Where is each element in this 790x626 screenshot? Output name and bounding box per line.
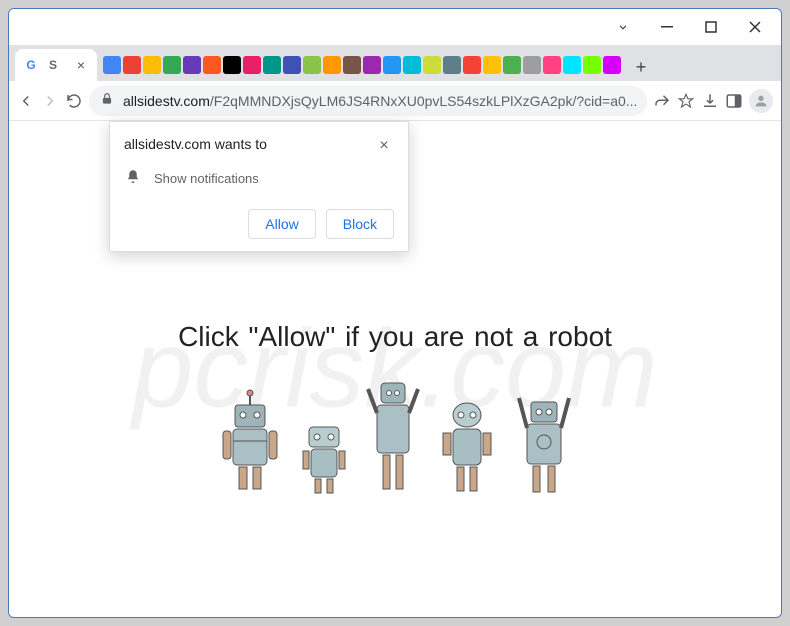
background-tab[interactable] <box>203 56 221 74</box>
window-titlebar <box>9 9 781 45</box>
background-tab[interactable] <box>163 56 181 74</box>
background-tab[interactable] <box>103 56 121 74</box>
background-tab[interactable] <box>303 56 321 74</box>
menu-icon[interactable] <box>779 86 782 116</box>
avatar-icon[interactable] <box>749 86 773 116</box>
page-heading: Click "Allow" if you are not a robot <box>178 321 612 353</box>
permission-line: Show notifications <box>154 171 259 186</box>
background-tab[interactable] <box>523 56 541 74</box>
permission-close-icon[interactable]: × <box>374 136 394 156</box>
background-tab[interactable] <box>543 56 561 74</box>
background-tab[interactable] <box>603 56 621 74</box>
background-tab[interactable] <box>563 56 581 74</box>
robot-icon <box>511 392 576 497</box>
robot-icon <box>299 417 349 497</box>
background-tab[interactable] <box>363 56 381 74</box>
bell-icon <box>124 168 142 189</box>
address-row: allsidestv.com/F2qMMNDXjsQyLM6JS4RNxXU0p… <box>9 81 781 121</box>
background-tab[interactable] <box>443 56 461 74</box>
background-tab[interactable] <box>223 56 241 74</box>
favicon-icon: G <box>23 57 39 73</box>
background-tab[interactable] <box>583 56 601 74</box>
robot-icon <box>437 397 497 497</box>
url-domain: allsidestv.com <box>123 93 210 109</box>
background-tab[interactable] <box>383 56 401 74</box>
robots-illustration <box>215 377 576 497</box>
close-icon[interactable] <box>733 12 777 42</box>
background-tab[interactable] <box>343 56 361 74</box>
background-tab[interactable] <box>463 56 481 74</box>
notification-permission-dialog: allsidestv.com wants to × Show notificat… <box>109 121 409 252</box>
background-tab[interactable] <box>183 56 201 74</box>
robot-icon <box>363 377 423 497</box>
page-content: pcrisk.com Click "Allow" if you are not … <box>9 121 781 617</box>
lock-icon <box>99 92 115 109</box>
background-tab[interactable] <box>423 56 441 74</box>
browser-window: G S × + <box>8 8 782 618</box>
bookmark-star-icon[interactable] <box>677 86 695 116</box>
back-button[interactable] <box>17 87 35 115</box>
background-tabs <box>103 49 621 81</box>
background-tab[interactable] <box>143 56 161 74</box>
background-tab[interactable] <box>483 56 501 74</box>
tab-close-icon[interactable]: × <box>73 57 89 73</box>
chevron-down-icon[interactable] <box>601 12 645 42</box>
robot-icon <box>215 387 285 497</box>
background-tab[interactable] <box>323 56 341 74</box>
background-tab[interactable] <box>283 56 301 74</box>
favicon2-icon: S <box>45 57 61 73</box>
new-tab-button[interactable]: + <box>627 53 655 81</box>
active-tab[interactable]: G S × <box>15 49 97 81</box>
side-panel-icon[interactable] <box>725 86 743 116</box>
background-tab[interactable] <box>243 56 261 74</box>
download-icon[interactable] <box>701 86 719 116</box>
background-tab[interactable] <box>503 56 521 74</box>
reload-button[interactable] <box>65 87 83 115</box>
allow-button[interactable]: Allow <box>248 209 315 239</box>
forward-button <box>41 87 59 115</box>
block-button[interactable]: Block <box>326 209 394 239</box>
tab-strip: G S × + <box>9 45 781 81</box>
background-tab[interactable] <box>123 56 141 74</box>
url-path: /F2qMMNDXjsQyLM6JS4RNxXU0pvLS54szkLPlXzG… <box>210 93 638 109</box>
permission-title: allsidestv.com wants to <box>124 136 267 152</box>
share-icon[interactable] <box>653 86 671 116</box>
url-text: allsidestv.com/F2qMMNDXjsQyLM6JS4RNxXU0p… <box>123 93 637 109</box>
address-bar[interactable]: allsidestv.com/F2qMMNDXjsQyLM6JS4RNxXU0p… <box>89 86 647 116</box>
background-tab[interactable] <box>403 56 421 74</box>
maximize-icon[interactable] <box>689 12 733 42</box>
background-tab[interactable] <box>263 56 281 74</box>
minimize-icon[interactable] <box>645 12 689 42</box>
